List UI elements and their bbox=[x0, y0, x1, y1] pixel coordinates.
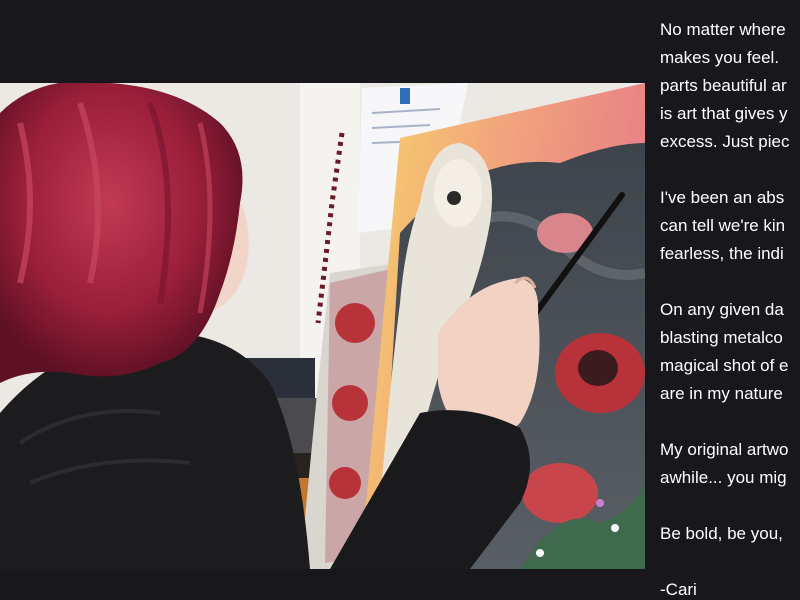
bio-paragraph: My original artwo awhile... you mig bbox=[660, 436, 800, 492]
bio-paragraph: I've been an abs can tell we're kin fear… bbox=[660, 184, 800, 268]
bio-line: I've been an abs bbox=[660, 188, 785, 207]
bio-line: No matter where bbox=[660, 20, 786, 39]
bio-line: Be bold, be you, bbox=[660, 524, 783, 543]
artist-bio: No matter where makes you feel. parts be… bbox=[660, 16, 800, 600]
page: No matter where makes you feel. parts be… bbox=[0, 0, 800, 600]
bio-line: are in my nature bbox=[660, 384, 783, 403]
bio-paragraph: Be bold, be you, bbox=[660, 520, 800, 548]
bio-line: makes you feel. bbox=[660, 48, 780, 67]
bio-line: blasting metalco bbox=[660, 328, 783, 347]
bio-paragraph: No matter where makes you feel. parts be… bbox=[660, 16, 800, 156]
bio-line: can tell we're kin bbox=[660, 216, 786, 235]
artist-painting-image bbox=[0, 83, 645, 569]
artist-photo bbox=[0, 83, 645, 569]
bio-line: magical shot of e bbox=[660, 356, 789, 375]
bio-line: On any given da bbox=[660, 300, 784, 319]
bio-line: excess. Just piec bbox=[660, 132, 790, 151]
bio-line: is art that gives y bbox=[660, 104, 788, 123]
bio-paragraph: On any given da blasting metalco magical… bbox=[660, 296, 800, 408]
bio-line: fearless, the indi bbox=[660, 244, 784, 263]
bio-signature: -Cari bbox=[660, 580, 697, 599]
bio-line: parts beautiful ar bbox=[660, 76, 787, 95]
bio-line: awhile... you mig bbox=[660, 468, 787, 487]
bio-line: My original artwo bbox=[660, 440, 789, 459]
